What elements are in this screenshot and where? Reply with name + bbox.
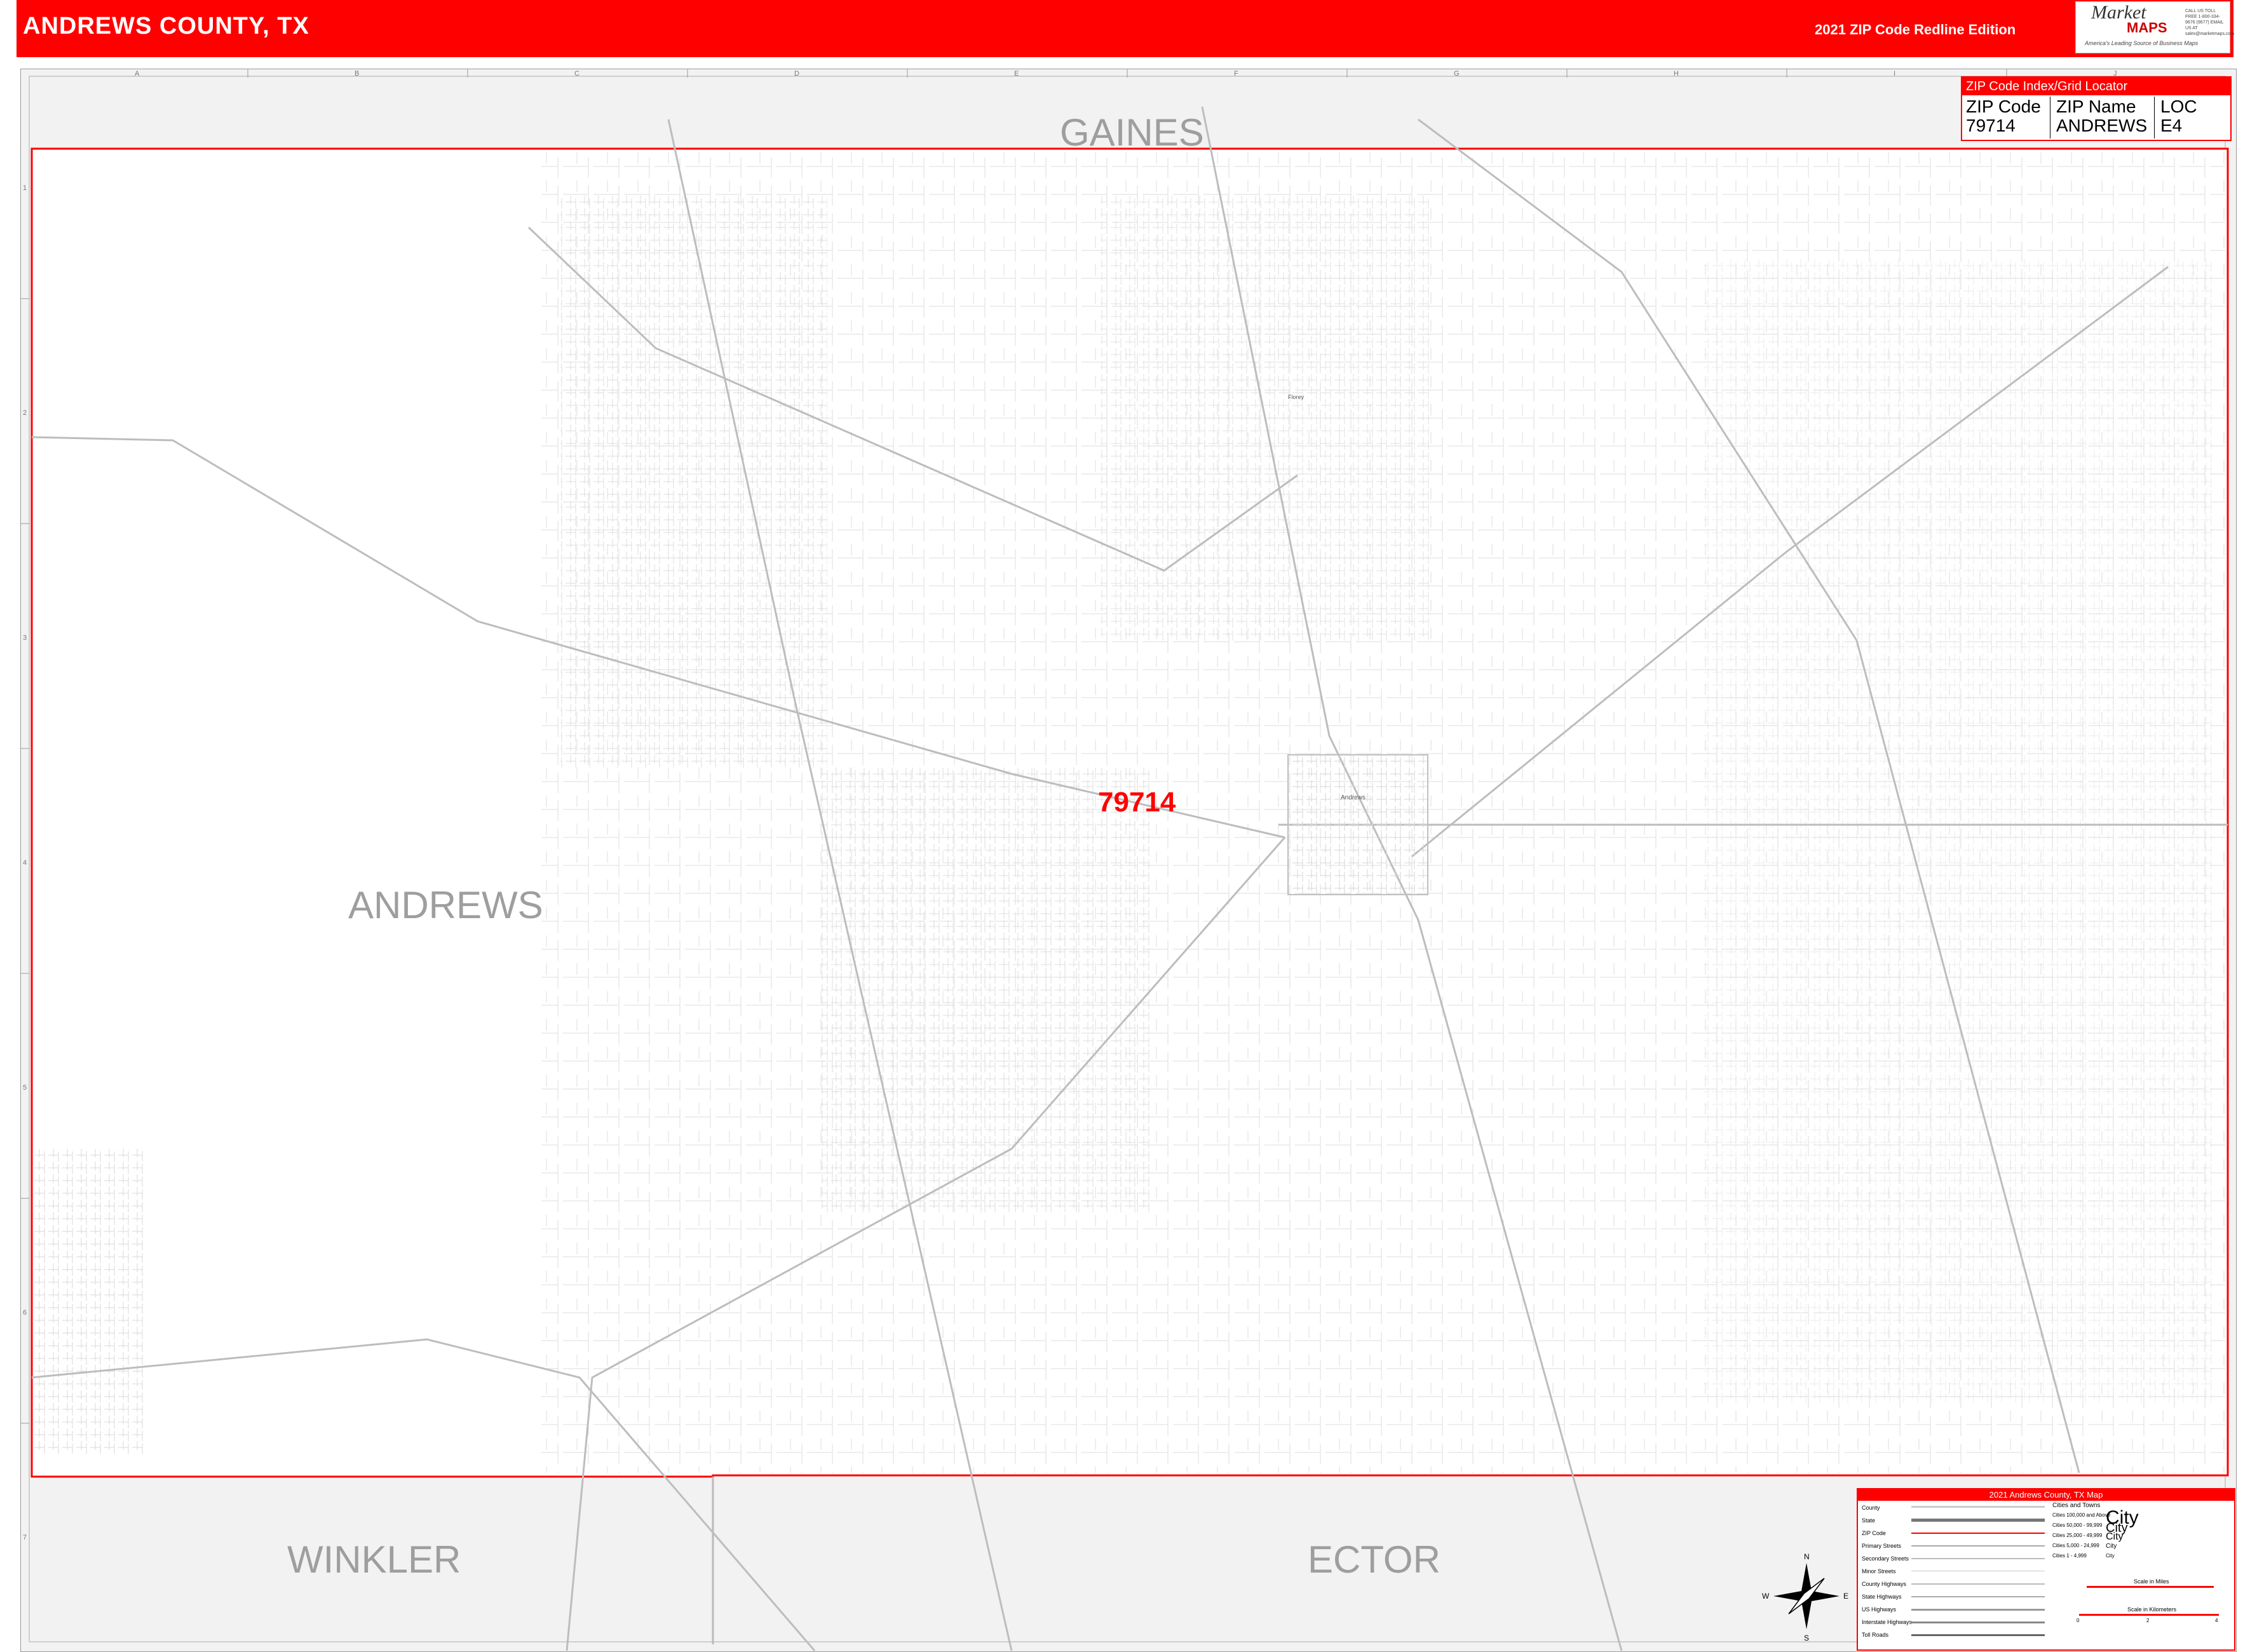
grid-col-h: H (1674, 70, 1679, 78)
grid-row-6: 6 (23, 1309, 27, 1317)
logo-tagline: America's Leading Source of Business Map… (2085, 40, 2199, 46)
legend-city-sample-4: City (2106, 1543, 2117, 1550)
grid-row-4: 4 (23, 859, 27, 867)
grid-col-f: F (1234, 70, 1238, 78)
legend-interstate: Interstate Highways (1862, 1619, 1913, 1625)
grid-col-e: E (1014, 70, 1019, 78)
scale-miles-label: Scale in Miles (2134, 1578, 2169, 1585)
county-label-andrews: ANDREWS (348, 884, 543, 926)
city-label: Andrews (1341, 794, 1366, 801)
scale-miles-bar (2087, 1586, 2214, 1588)
grid-col-g: G (1454, 70, 1460, 78)
legend-city-sample-3: City (2106, 1531, 2124, 1542)
zip-index-row-name: ANDREWS (2056, 116, 2148, 135)
county-label-gaines: GAINES (1060, 111, 1204, 154)
legend-primary: Primary Streets (1862, 1543, 1902, 1549)
map-title: ANDREWS COUNTY, TX (23, 13, 309, 39)
zip-index-col-name: ZIP Name (2056, 97, 2136, 116)
svg-text:S: S (1804, 1634, 1809, 1642)
grid-col-b: B (355, 70, 360, 78)
legend-city-sample-5: City (2106, 1553, 2115, 1559)
legend-city-size-5: Cities 1 - 4,999 (2052, 1553, 2087, 1559)
header-bar: ANDREWS COUNTY, TX 2021 ZIP Code Redline… (17, 0, 2233, 57)
zip-index-row-loc: E4 (2160, 116, 2183, 135)
legend-secondary: Secondary Streets (1862, 1555, 1909, 1562)
grid-row-1: 1 (23, 184, 27, 192)
legend-cities-heading: Cities and Towns (2052, 1502, 2101, 1509)
zip-index-col-loc: LOC (2160, 97, 2197, 116)
legend-county-hwy: County Highways (1862, 1581, 1907, 1587)
legend-state: State (1862, 1517, 1876, 1524)
zip-index-col-zip: ZIP Code (1966, 97, 2041, 116)
grid-col-i: I (1894, 70, 1896, 78)
legend-toll: Toll Roads (1862, 1632, 1889, 1638)
zip-index-row-zip[interactable]: 79714 (1966, 116, 2016, 136)
logo-maps: MAPS (2127, 20, 2167, 36)
legend-city-size-1: Cities 100,000 and Above (2052, 1512, 2111, 1518)
logo-contact: CALL US TOLL FREE 1-800-334-9676 (9677) … (2185, 9, 2235, 36)
legend-county: County (1862, 1505, 1880, 1511)
scale-tick-0: 0 (2077, 1618, 2080, 1623)
legend-zip: ZIP Code (1862, 1530, 1886, 1536)
svg-text:E: E (1843, 1592, 1848, 1601)
legend-city-size-2: Cities 50,000 - 99,999 (2052, 1522, 2103, 1528)
legend-heading: 2021 Andrews County, TX Map (1858, 1489, 2234, 1501)
map-legend: 2021 Andrews County, TX Map County State… (1857, 1488, 2235, 1651)
county-label-ector: ECTOR (1308, 1538, 1440, 1581)
andrews-city-area (1287, 754, 1428, 895)
legend-state-hwy: State Highways (1862, 1594, 1902, 1600)
legend-minor: Minor Streets (1862, 1568, 1896, 1574)
grid-row-3: 3 (23, 634, 27, 642)
map-canvas[interactable]: Andrews Florey N S E W (20, 69, 2237, 1652)
svg-text:W: W (1762, 1592, 1770, 1601)
grid-row-5: 5 (23, 1084, 27, 1092)
scale-tick-4: 4 (2215, 1618, 2218, 1623)
zip-index-box: ZIP Code Index/Grid Locator ZIP Code ZIP… (1961, 76, 2232, 141)
market-maps-logo[interactable]: Market MAPS CALL US TOLL FREE 1-800-334-… (2075, 1, 2235, 53)
grid-col-d: D (794, 70, 799, 78)
zip-index-heading: ZIP Code Index/Grid Locator (1962, 78, 2230, 95)
scale-tick-2: 2 (2146, 1618, 2150, 1623)
scale-km-bar (2079, 1614, 2219, 1616)
grid-row-2: 2 (23, 409, 27, 417)
scale-km-label: Scale in Kilometers (2127, 1606, 2177, 1613)
grid-col-a: A (135, 70, 140, 78)
edition-label: 2021 ZIP Code Redline Edition (1815, 22, 2016, 37)
legend-us-hwy: US Highways (1862, 1606, 1897, 1613)
place-label: Florey (1288, 394, 1305, 400)
svg-text:N: N (1804, 1552, 1810, 1561)
zip-label-79714[interactable]: 79714 (1098, 787, 1176, 818)
legend-city-size-3: Cities 25,000 - 49,999 (2052, 1533, 2103, 1538)
legend-city-size-4: Cities 5,000 - 24,999 (2052, 1543, 2099, 1548)
grid-row-7: 7 (23, 1534, 27, 1541)
county-label-winkler: WINKLER (287, 1538, 461, 1581)
grid-col-c: C (574, 70, 579, 78)
